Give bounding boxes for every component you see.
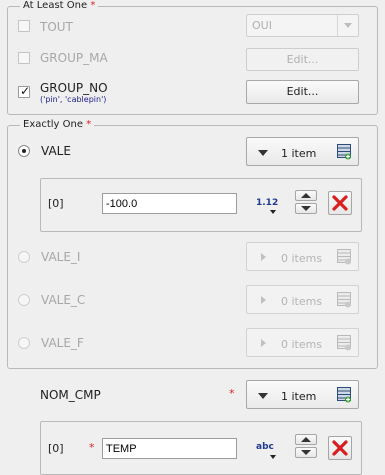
type-dropdown-caret-icon[interactable] (270, 210, 276, 214)
caret-down-icon (258, 393, 268, 399)
checkmark-icon: ✓ (20, 84, 31, 98)
vale-label: VALE (41, 144, 71, 158)
vale-f-radio[interactable] (18, 337, 30, 349)
caret-down-icon (258, 150, 268, 156)
add-item-icon (337, 249, 351, 265)
vale-i-count: 0 items (281, 252, 323, 265)
vale-c-radio[interactable] (18, 294, 30, 306)
tout-select-value: OUI (252, 19, 272, 32)
group-no-label: GROUP_NO (40, 81, 108, 95)
vale-radio[interactable] (18, 145, 30, 157)
group-no-value: ('pin', 'cablepin') (40, 95, 107, 104)
caret-right-icon (261, 339, 266, 347)
nom-cmp-list-toggle[interactable]: 1 item (246, 380, 359, 409)
vale-list-toggle[interactable]: 1 item (246, 137, 359, 166)
string-type-icon[interactable]: abc (256, 442, 274, 452)
tout-select[interactable]: OUI (246, 14, 359, 37)
delete-icon (332, 195, 348, 211)
group-no-edit-button[interactable]: Edit... (246, 80, 359, 104)
vale-i-list-toggle[interactable]: 0 items (246, 242, 359, 271)
move-down-button[interactable] (295, 447, 317, 458)
nom-cmp-label: NOM_CMP (40, 388, 101, 402)
radio-selected-dot (22, 149, 26, 153)
group-ma-label: GROUP_MA (40, 51, 108, 65)
vale-f-count: 0 items (281, 338, 323, 351)
vale-c-count: 0 items (281, 295, 323, 308)
move-up-button[interactable] (295, 190, 317, 201)
vale-c-label: VALE_C (41, 293, 86, 307)
delete-item-button[interactable] (328, 191, 352, 215)
caret-right-icon (261, 296, 266, 304)
group-no-checkbox[interactable]: ✓ (18, 84, 31, 98)
vale-f-label: VALE_F (41, 336, 84, 350)
caret-right-icon (261, 253, 266, 261)
add-item-icon (337, 292, 351, 308)
group-ma-edit-button[interactable]: Edit... (246, 48, 359, 71)
nom-cmp-count: 1 item (281, 390, 317, 403)
nom-cmp-item-required-mark: * (89, 441, 95, 454)
vale-c-list-toggle[interactable]: 0 items (246, 285, 359, 314)
vale-i-radio[interactable] (18, 251, 30, 263)
vale-i-label: VALE_I (41, 250, 81, 264)
add-item-icon (337, 335, 351, 351)
tout-checkbox[interactable] (18, 20, 30, 32)
delete-item-button[interactable] (328, 436, 352, 460)
vale-item-index: [0] (48, 197, 64, 210)
delete-icon (332, 440, 348, 456)
nom-cmp-value-input[interactable] (102, 438, 237, 459)
type-dropdown-caret-icon[interactable] (270, 455, 276, 459)
at-least-one-legend: At Least One * (20, 0, 99, 12)
vale-f-list-toggle[interactable]: 0 items (246, 328, 359, 357)
add-item-icon[interactable] (337, 387, 351, 403)
add-item-icon[interactable] (337, 144, 351, 160)
vale-count: 1 item (281, 147, 317, 160)
move-down-button[interactable] (295, 203, 317, 214)
exactly-one-legend: Exactly One * (20, 119, 95, 131)
tout-label: TOUT (40, 20, 73, 34)
vale-value-input[interactable] (102, 193, 237, 214)
nom-cmp-item-index: [0] (48, 442, 64, 455)
nom-cmp-required-mark: * (229, 387, 235, 400)
chevron-down-icon (337, 15, 358, 36)
group-ma-checkbox[interactable] (18, 52, 30, 64)
float-type-icon[interactable]: 1.12 (256, 198, 278, 208)
move-up-button[interactable] (295, 434, 317, 445)
